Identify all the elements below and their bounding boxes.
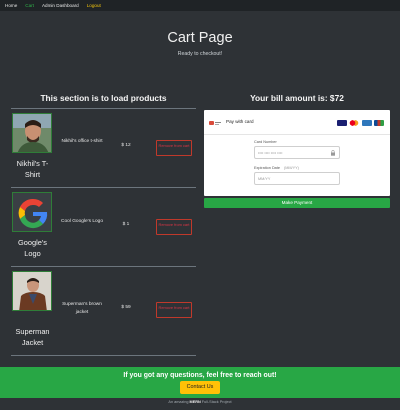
remove-from-cart-button[interactable]: Remove from cart bbox=[156, 140, 192, 156]
product-divider bbox=[11, 187, 196, 188]
cart-product-row: Superman Jacket Superman's brown jacket … bbox=[11, 271, 196, 357]
credit-suffix: Full-Stack Project bbox=[201, 400, 232, 404]
credit-prefix: An amazing bbox=[168, 400, 189, 404]
product-name: Superman Jacket bbox=[15, 327, 50, 347]
cart-product-row: Google's Logo Cool Google's Logo $ 1 Rem… bbox=[11, 192, 196, 267]
remove-from-cart-button[interactable]: Remove from cart bbox=[156, 219, 192, 235]
remove-from-cart-button[interactable]: Remove from cart bbox=[156, 302, 192, 318]
expiry-date-field[interactable]: MM/YY bbox=[254, 172, 340, 185]
expiry-date-label-text: Expiration Date bbox=[254, 166, 280, 170]
page-title: Cart Page bbox=[167, 30, 233, 46]
product-image-google-logo bbox=[12, 192, 52, 232]
mastercard-icon bbox=[349, 120, 359, 126]
products-heading-divider bbox=[11, 108, 196, 109]
page-subtitle: Ready to checkout! bbox=[177, 51, 223, 57]
product-divider bbox=[11, 266, 196, 267]
product-image-tshirt bbox=[12, 113, 52, 153]
nav-admin-dashboard-link[interactable]: Admin Dashboard bbox=[42, 3, 79, 8]
expiry-format-hint: (MM/YY) bbox=[283, 166, 299, 170]
product-name: Google's Logo bbox=[18, 238, 47, 258]
card-brand-icons bbox=[334, 120, 384, 126]
cart-product-row: Nikhil's T-Shirt Nikhil's office t-shirt… bbox=[11, 113, 196, 188]
product-price: $ 1 bbox=[122, 222, 130, 227]
card-number-label: Card Number bbox=[254, 140, 277, 144]
expiry-date-label: Expiration Date (MM/YY) bbox=[254, 166, 299, 170]
navbar: Home Cart Admin Dashboard Logout bbox=[0, 0, 400, 11]
expiry-placeholder: MM/YY bbox=[258, 177, 271, 181]
payment-card-form: Pay with card Card Number •••• •••• ••••… bbox=[204, 110, 390, 196]
card-number-placeholder: •••• •••• •••• •••• bbox=[258, 151, 283, 155]
make-payment-button[interactable]: Make Payment bbox=[204, 198, 390, 208]
footer-credit: An amazing MERN Full-Stack Project bbox=[0, 400, 400, 404]
card-number-field[interactable]: •••• •••• •••• •••• bbox=[254, 146, 340, 159]
product-price: $ 12 bbox=[121, 143, 131, 148]
product-description: Superman's brown jacket bbox=[62, 302, 102, 315]
product-description: Cool Google's Logo bbox=[61, 219, 103, 224]
bill-amount-heading: Your bill amount is: $72 bbox=[250, 93, 344, 103]
product-image-superman-jacket bbox=[12, 271, 52, 311]
nav-cart-link[interactable]: Cart bbox=[25, 3, 34, 8]
products-section-heading: This section is to load products bbox=[40, 93, 167, 103]
product-divider bbox=[11, 355, 196, 356]
visa-icon bbox=[336, 120, 347, 126]
product-price: $ 59 bbox=[121, 305, 131, 310]
jcb-icon bbox=[374, 120, 384, 126]
credit-highlight: MERN bbox=[189, 400, 201, 404]
pay-with-card-title: Pay with card bbox=[226, 119, 254, 124]
product-description: Nikhil's office t-shirt bbox=[61, 139, 103, 144]
footer-message: If you got any questions, feel free to r… bbox=[123, 372, 277, 379]
payment-logo-icon bbox=[209, 121, 221, 125]
nav-home-link[interactable]: Home bbox=[5, 3, 17, 8]
lock-icon bbox=[331, 150, 335, 156]
product-name: Nikhil's T-Shirt bbox=[16, 159, 49, 179]
amex-icon bbox=[361, 120, 372, 126]
contact-us-button[interactable]: Contact Us bbox=[180, 381, 220, 394]
payment-header-divider bbox=[204, 134, 390, 135]
nav-logout-link[interactable]: Logout bbox=[87, 3, 101, 8]
